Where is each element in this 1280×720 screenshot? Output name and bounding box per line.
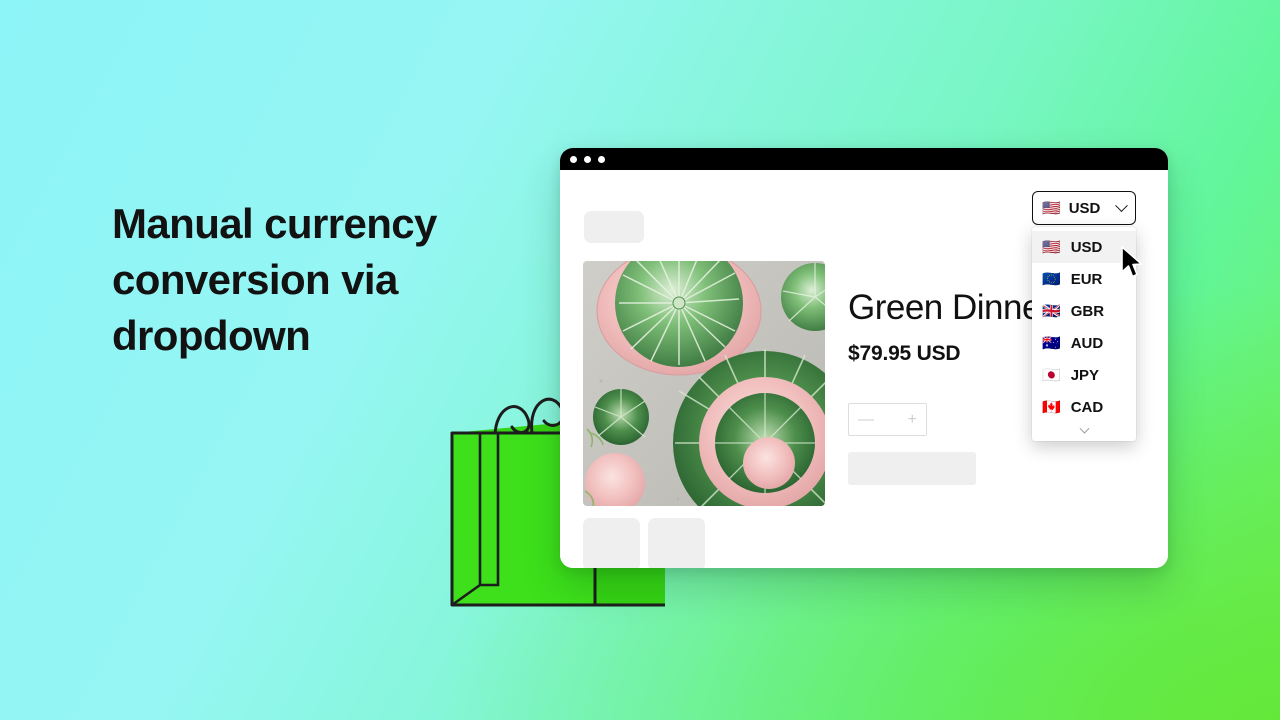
currency-option-label: GBR	[1070, 302, 1105, 320]
headline-line-3: dropdown	[112, 312, 311, 359]
dropdown-scroll-down-icon[interactable]	[1032, 423, 1136, 439]
currency-option-aud[interactable]: 🇦🇺 AUD	[1032, 327, 1136, 359]
product-thumbnail-2[interactable]	[648, 518, 705, 568]
currency-selector: 🇺🇸 USD 🇺🇸 USD 🇪🇺 EUR 🇬🇧 GBR 🇦🇺 AUD 🇯🇵 JP…	[1032, 191, 1136, 441]
flag-icon-selected: 🇺🇸	[1042, 199, 1061, 217]
quantity-increment-button[interactable]: +	[908, 411, 917, 429]
product-price: $79.95 USD	[848, 342, 961, 365]
flag-icon-eu: 🇪🇺	[1042, 270, 1061, 288]
currency-option-label: CAD	[1070, 398, 1104, 416]
window-titlebar	[560, 148, 1168, 170]
chevron-down-icon	[1115, 198, 1128, 212]
currency-option-label: USD	[1070, 238, 1103, 256]
flag-icon-gb: 🇬🇧	[1042, 302, 1061, 320]
flag-icon-us: 🇺🇸	[1042, 238, 1061, 256]
product-thumbnail-1[interactable]	[583, 518, 640, 568]
quantity-decrement-button[interactable]: —	[858, 411, 874, 429]
header-placeholder-block	[584, 211, 644, 243]
headline-line-2: conversion via	[112, 256, 398, 303]
currency-option-cad[interactable]: 🇨🇦 CAD	[1032, 391, 1136, 423]
currency-selected-code: USD	[1068, 199, 1101, 217]
window-dot-maximize-icon[interactable]	[598, 155, 605, 163]
currency-option-label: EUR	[1070, 270, 1103, 288]
currency-option-jpy[interactable]: 🇯🇵 JPY	[1032, 359, 1136, 391]
currency-option-label: AUD	[1070, 334, 1104, 352]
mouse-cursor	[1120, 246, 1146, 280]
currency-option-label: JPY	[1070, 366, 1100, 384]
flag-icon-jp: 🇯🇵	[1042, 366, 1061, 384]
flag-icon-au: 🇦🇺	[1042, 334, 1061, 352]
currency-selector-trigger[interactable]: 🇺🇸 USD	[1032, 191, 1136, 225]
currency-option-gbr[interactable]: 🇬🇧 GBR	[1032, 295, 1136, 327]
headline-line-1: Manual currency	[112, 200, 437, 247]
window-dot-close-icon[interactable]	[570, 155, 577, 163]
add-to-cart-button[interactable]	[848, 452, 976, 485]
quantity-stepper[interactable]: — +	[848, 403, 927, 436]
flag-icon-ca: 🇨🇦	[1042, 398, 1061, 416]
product-hero-image[interactable]	[583, 261, 825, 506]
window-dot-minimize-icon[interactable]	[584, 155, 591, 163]
page-headline: Manual currency conversion via dropdown	[112, 196, 572, 364]
